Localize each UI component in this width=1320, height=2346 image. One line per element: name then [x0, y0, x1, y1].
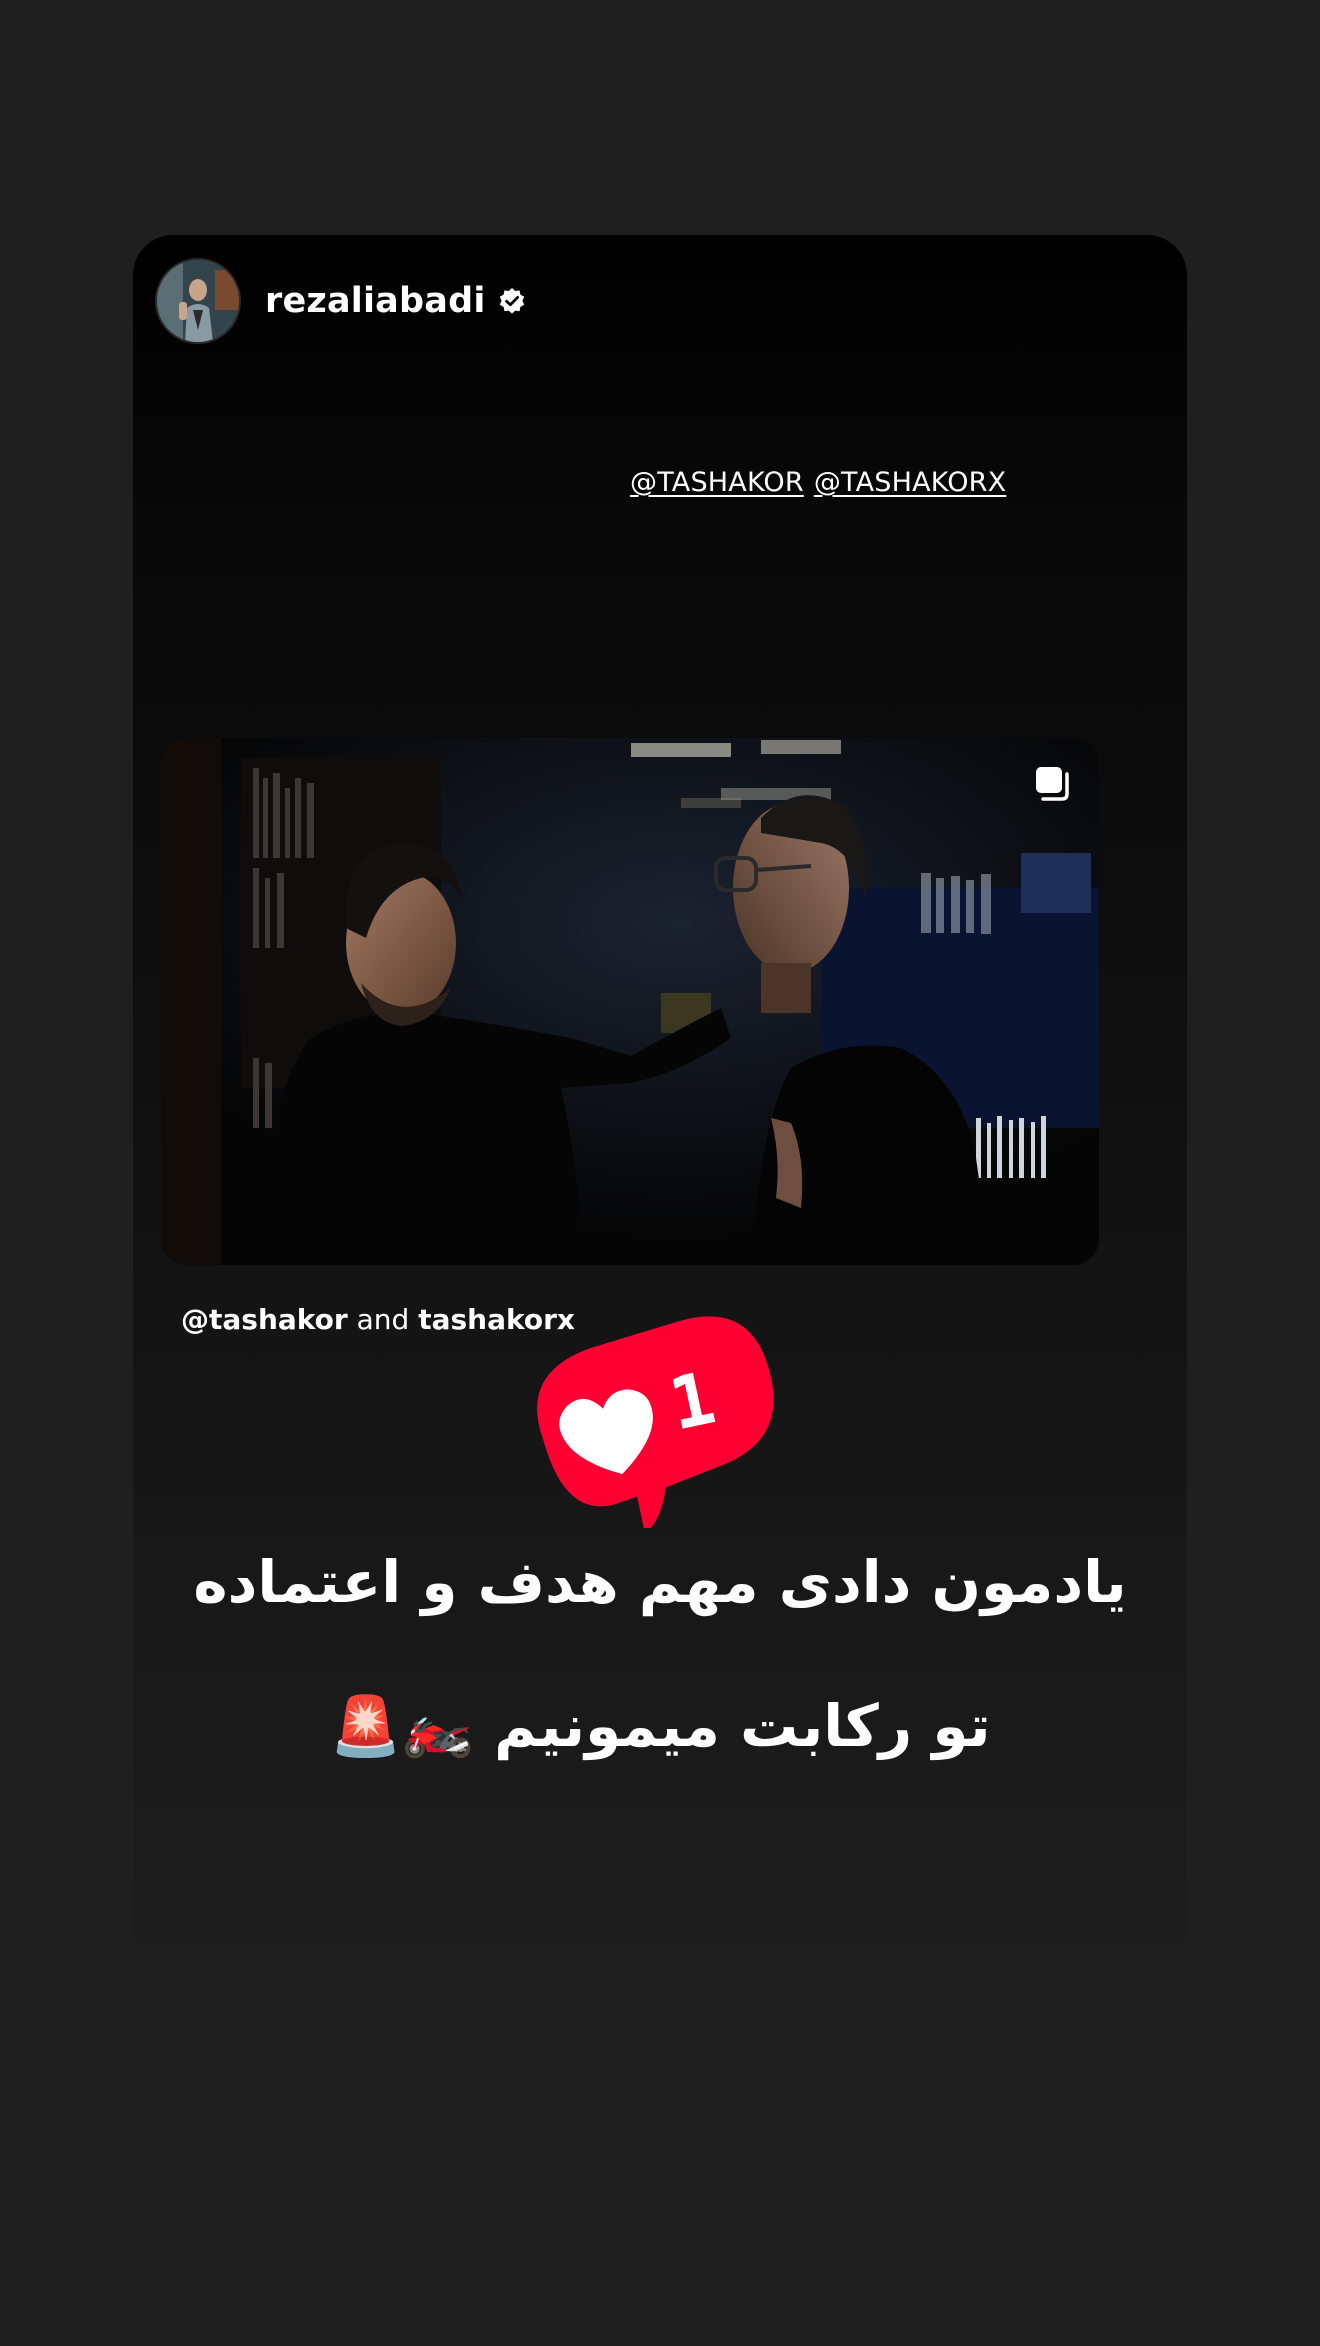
story-viewer: rezaliabadi @TASHAKOR @TASHAKORX @tashak…: [0, 0, 1320, 2346]
avatar[interactable]: [155, 258, 241, 344]
mention-tashakorx[interactable]: @TASHAKORX: [814, 467, 1007, 498]
mention-tashakor[interactable]: @TASHAKOR: [630, 467, 804, 498]
caption-line-2: تو رکابت میمونیم 🏍️🚨: [329, 1692, 991, 1760]
story-header: rezaliabadi: [155, 258, 526, 344]
like-count-sticker[interactable]: 1: [501, 1308, 791, 1528]
multiple-posts-icon: [1033, 764, 1073, 804]
credit-handle: @tashakor: [181, 1303, 348, 1336]
caption-line-1: یادمون دادی مهم هدف و اعتماده: [193, 1548, 1127, 1616]
avatar-image: [157, 260, 239, 342]
mention-stickers: @TASHAKOR @TASHAKORX: [630, 467, 1006, 498]
username[interactable]: rezaliabadi: [265, 281, 486, 321]
credit-joiner: and: [356, 1303, 410, 1336]
post-photo: [161, 738, 1099, 1265]
shared-post-image[interactable]: [161, 738, 1099, 1265]
verified-badge-icon: [498, 287, 526, 315]
story-card[interactable]: rezaliabadi @TASHAKOR @TASHAKORX @tashak…: [133, 235, 1187, 2045]
